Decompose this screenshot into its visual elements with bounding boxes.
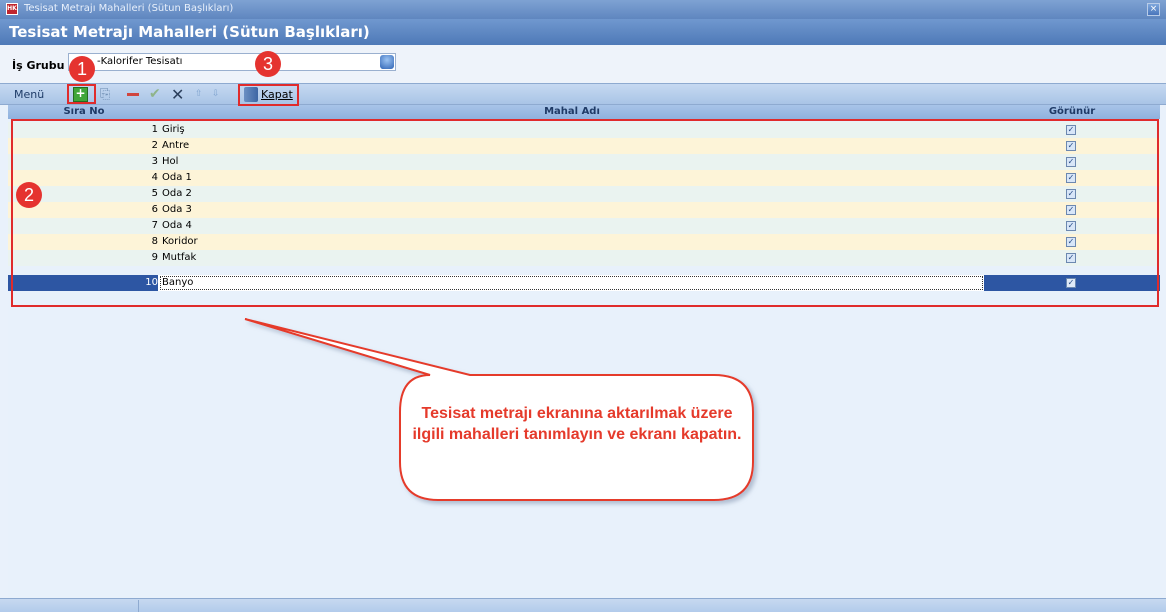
- callout-bubble: [244, 318, 754, 501]
- callout-text: Tesisat metrajı ekranına aktarılmak üzer…: [412, 405, 742, 443]
- status-divider: [138, 600, 139, 612]
- status-bar: [0, 598, 1166, 612]
